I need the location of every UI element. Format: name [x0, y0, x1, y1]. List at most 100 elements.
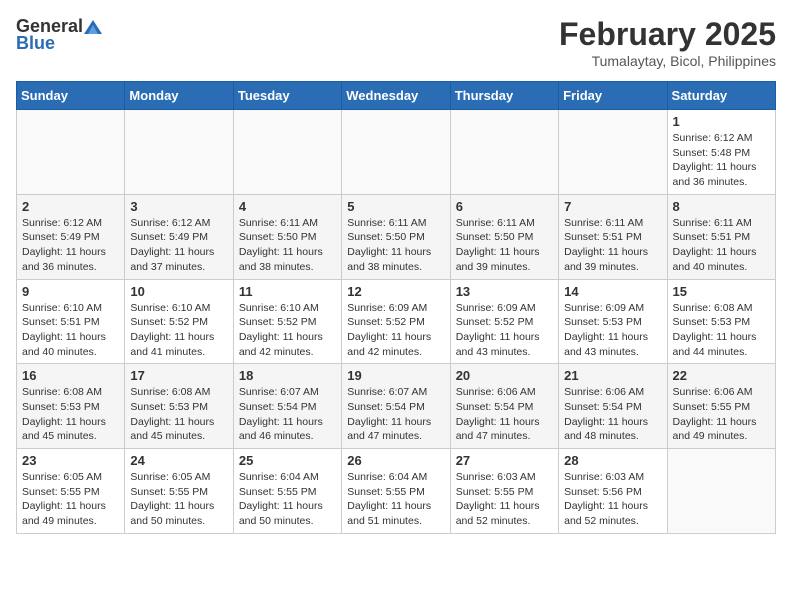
calendar-cell: 11 Sunrise: 6:10 AM Sunset: 5:52 PM Dayli…	[233, 279, 341, 364]
day-info: Sunrise: 6:09 AM Sunset: 5:52 PM Dayligh…	[347, 301, 444, 360]
day-info: Sunrise: 6:04 AM Sunset: 5:55 PM Dayligh…	[239, 470, 336, 529]
calendar-cell	[450, 110, 558, 195]
day-number: 12	[347, 284, 444, 299]
calendar-cell: 17 Sunrise: 6:08 AM Sunset: 5:53 PM Dayli…	[125, 364, 233, 449]
day-info: Sunrise: 6:12 AM Sunset: 5:49 PM Dayligh…	[22, 216, 119, 275]
calendar-cell: 9 Sunrise: 6:10 AM Sunset: 5:51 PM Daylig…	[17, 279, 125, 364]
day-number: 15	[673, 284, 770, 299]
day-number: 6	[456, 199, 553, 214]
logo: General Blue	[16, 16, 102, 54]
calendar-cell: 5 Sunrise: 6:11 AM Sunset: 5:50 PM Daylig…	[342, 194, 450, 279]
calendar-cell: 22 Sunrise: 6:06 AM Sunset: 5:55 PM Dayli…	[667, 364, 775, 449]
calendar-cell: 24 Sunrise: 6:05 AM Sunset: 5:55 PM Dayli…	[125, 449, 233, 534]
calendar-header-row: SundayMondayTuesdayWednesdayThursdayFrid…	[17, 82, 776, 110]
day-number: 5	[347, 199, 444, 214]
day-info: Sunrise: 6:03 AM Sunset: 5:55 PM Dayligh…	[456, 470, 553, 529]
day-info: Sunrise: 6:10 AM Sunset: 5:51 PM Dayligh…	[22, 301, 119, 360]
day-info: Sunrise: 6:09 AM Sunset: 5:53 PM Dayligh…	[564, 301, 661, 360]
day-info: Sunrise: 6:10 AM Sunset: 5:52 PM Dayligh…	[239, 301, 336, 360]
calendar-week-1: 1 Sunrise: 6:12 AM Sunset: 5:48 PM Daylig…	[17, 110, 776, 195]
day-number: 14	[564, 284, 661, 299]
calendar: SundayMondayTuesdayWednesdayThursdayFrid…	[16, 81, 776, 534]
calendar-cell: 7 Sunrise: 6:11 AM Sunset: 5:51 PM Daylig…	[559, 194, 667, 279]
day-info: Sunrise: 6:11 AM Sunset: 5:51 PM Dayligh…	[564, 216, 661, 275]
header: General Blue February 2025 Tumalaytay, B…	[16, 16, 776, 69]
day-number: 8	[673, 199, 770, 214]
day-number: 1	[673, 114, 770, 129]
day-info: Sunrise: 6:06 AM Sunset: 5:54 PM Dayligh…	[564, 385, 661, 444]
day-info: Sunrise: 6:12 AM Sunset: 5:48 PM Dayligh…	[673, 131, 770, 190]
day-number: 9	[22, 284, 119, 299]
day-header-tuesday: Tuesday	[233, 82, 341, 110]
day-number: 22	[673, 368, 770, 383]
calendar-cell: 23 Sunrise: 6:05 AM Sunset: 5:55 PM Dayli…	[17, 449, 125, 534]
day-info: Sunrise: 6:05 AM Sunset: 5:55 PM Dayligh…	[130, 470, 227, 529]
calendar-cell: 28Sunrise: 6:03 AM Sunset: 5:56 PM Dayli…	[559, 449, 667, 534]
day-number: 24	[130, 453, 227, 468]
calendar-week-4: 16 Sunrise: 6:08 AM Sunset: 5:53 PM Dayli…	[17, 364, 776, 449]
day-number: 27	[456, 453, 553, 468]
calendar-cell: 14 Sunrise: 6:09 AM Sunset: 5:53 PM Dayli…	[559, 279, 667, 364]
day-number: 7	[564, 199, 661, 214]
day-info: Sunrise: 6:12 AM Sunset: 5:49 PM Dayligh…	[130, 216, 227, 275]
calendar-cell: 1 Sunrise: 6:12 AM Sunset: 5:48 PM Daylig…	[667, 110, 775, 195]
calendar-cell: 3 Sunrise: 6:12 AM Sunset: 5:49 PM Daylig…	[125, 194, 233, 279]
day-number: 13	[456, 284, 553, 299]
calendar-cell: 27 Sunrise: 6:03 AM Sunset: 5:55 PM Dayli…	[450, 449, 558, 534]
calendar-cell: 15 Sunrise: 6:08 AM Sunset: 5:53 PM Dayli…	[667, 279, 775, 364]
day-header-wednesday: Wednesday	[342, 82, 450, 110]
day-number: 23	[22, 453, 119, 468]
calendar-cell	[559, 110, 667, 195]
calendar-cell: 6 Sunrise: 6:11 AM Sunset: 5:50 PM Daylig…	[450, 194, 558, 279]
calendar-cell	[667, 449, 775, 534]
day-number: 26	[347, 453, 444, 468]
day-info: Sunrise: 6:06 AM Sunset: 5:54 PM Dayligh…	[456, 385, 553, 444]
calendar-cell: 21Sunrise: 6:06 AM Sunset: 5:54 PM Dayli…	[559, 364, 667, 449]
day-info: Sunrise: 6:11 AM Sunset: 5:51 PM Dayligh…	[673, 216, 770, 275]
day-info: Sunrise: 6:08 AM Sunset: 5:53 PM Dayligh…	[22, 385, 119, 444]
day-number: 4	[239, 199, 336, 214]
calendar-cell: 19Sunrise: 6:07 AM Sunset: 5:54 PM Dayli…	[342, 364, 450, 449]
day-number: 16	[22, 368, 119, 383]
day-info: Sunrise: 6:03 AM Sunset: 5:56 PM Dayligh…	[564, 470, 661, 529]
calendar-cell	[233, 110, 341, 195]
day-number: 17	[130, 368, 227, 383]
day-header-sunday: Sunday	[17, 82, 125, 110]
day-header-saturday: Saturday	[667, 82, 775, 110]
calendar-cell: 20 Sunrise: 6:06 AM Sunset: 5:54 PM Dayli…	[450, 364, 558, 449]
calendar-cell: 8 Sunrise: 6:11 AM Sunset: 5:51 PM Daylig…	[667, 194, 775, 279]
day-number: 2	[22, 199, 119, 214]
calendar-cell: 12 Sunrise: 6:09 AM Sunset: 5:52 PM Dayli…	[342, 279, 450, 364]
calendar-week-2: 2 Sunrise: 6:12 AM Sunset: 5:49 PM Daylig…	[17, 194, 776, 279]
calendar-cell: 10Sunrise: 6:10 AM Sunset: 5:52 PM Dayli…	[125, 279, 233, 364]
calendar-week-5: 23 Sunrise: 6:05 AM Sunset: 5:55 PM Dayli…	[17, 449, 776, 534]
calendar-cell: 2 Sunrise: 6:12 AM Sunset: 5:49 PM Daylig…	[17, 194, 125, 279]
logo-blue: Blue	[16, 33, 55, 54]
calendar-cell: 13Sunrise: 6:09 AM Sunset: 5:52 PM Dayli…	[450, 279, 558, 364]
day-header-friday: Friday	[559, 82, 667, 110]
day-info: Sunrise: 6:05 AM Sunset: 5:55 PM Dayligh…	[22, 470, 119, 529]
calendar-cell: 4 Sunrise: 6:11 AM Sunset: 5:50 PM Daylig…	[233, 194, 341, 279]
calendar-cell: 16 Sunrise: 6:08 AM Sunset: 5:53 PM Dayli…	[17, 364, 125, 449]
calendar-cell: 26Sunrise: 6:04 AM Sunset: 5:55 PM Dayli…	[342, 449, 450, 534]
day-number: 25	[239, 453, 336, 468]
title-area: February 2025 Tumalaytay, Bicol, Philipp…	[559, 16, 776, 69]
calendar-cell	[125, 110, 233, 195]
day-info: Sunrise: 6:07 AM Sunset: 5:54 PM Dayligh…	[239, 385, 336, 444]
day-header-monday: Monday	[125, 82, 233, 110]
logo-icon	[84, 20, 102, 34]
day-info: Sunrise: 6:08 AM Sunset: 5:53 PM Dayligh…	[673, 301, 770, 360]
day-number: 20	[456, 368, 553, 383]
day-info: Sunrise: 6:11 AM Sunset: 5:50 PM Dayligh…	[239, 216, 336, 275]
day-info: Sunrise: 6:08 AM Sunset: 5:53 PM Dayligh…	[130, 385, 227, 444]
day-info: Sunrise: 6:06 AM Sunset: 5:55 PM Dayligh…	[673, 385, 770, 444]
day-number: 10	[130, 284, 227, 299]
day-number: 3	[130, 199, 227, 214]
location-subtitle: Tumalaytay, Bicol, Philippines	[559, 53, 776, 69]
day-number: 18	[239, 368, 336, 383]
day-number: 11	[239, 284, 336, 299]
calendar-cell: 18 Sunrise: 6:07 AM Sunset: 5:54 PM Dayli…	[233, 364, 341, 449]
day-info: Sunrise: 6:11 AM Sunset: 5:50 PM Dayligh…	[456, 216, 553, 275]
day-info: Sunrise: 6:11 AM Sunset: 5:50 PM Dayligh…	[347, 216, 444, 275]
day-header-thursday: Thursday	[450, 82, 558, 110]
